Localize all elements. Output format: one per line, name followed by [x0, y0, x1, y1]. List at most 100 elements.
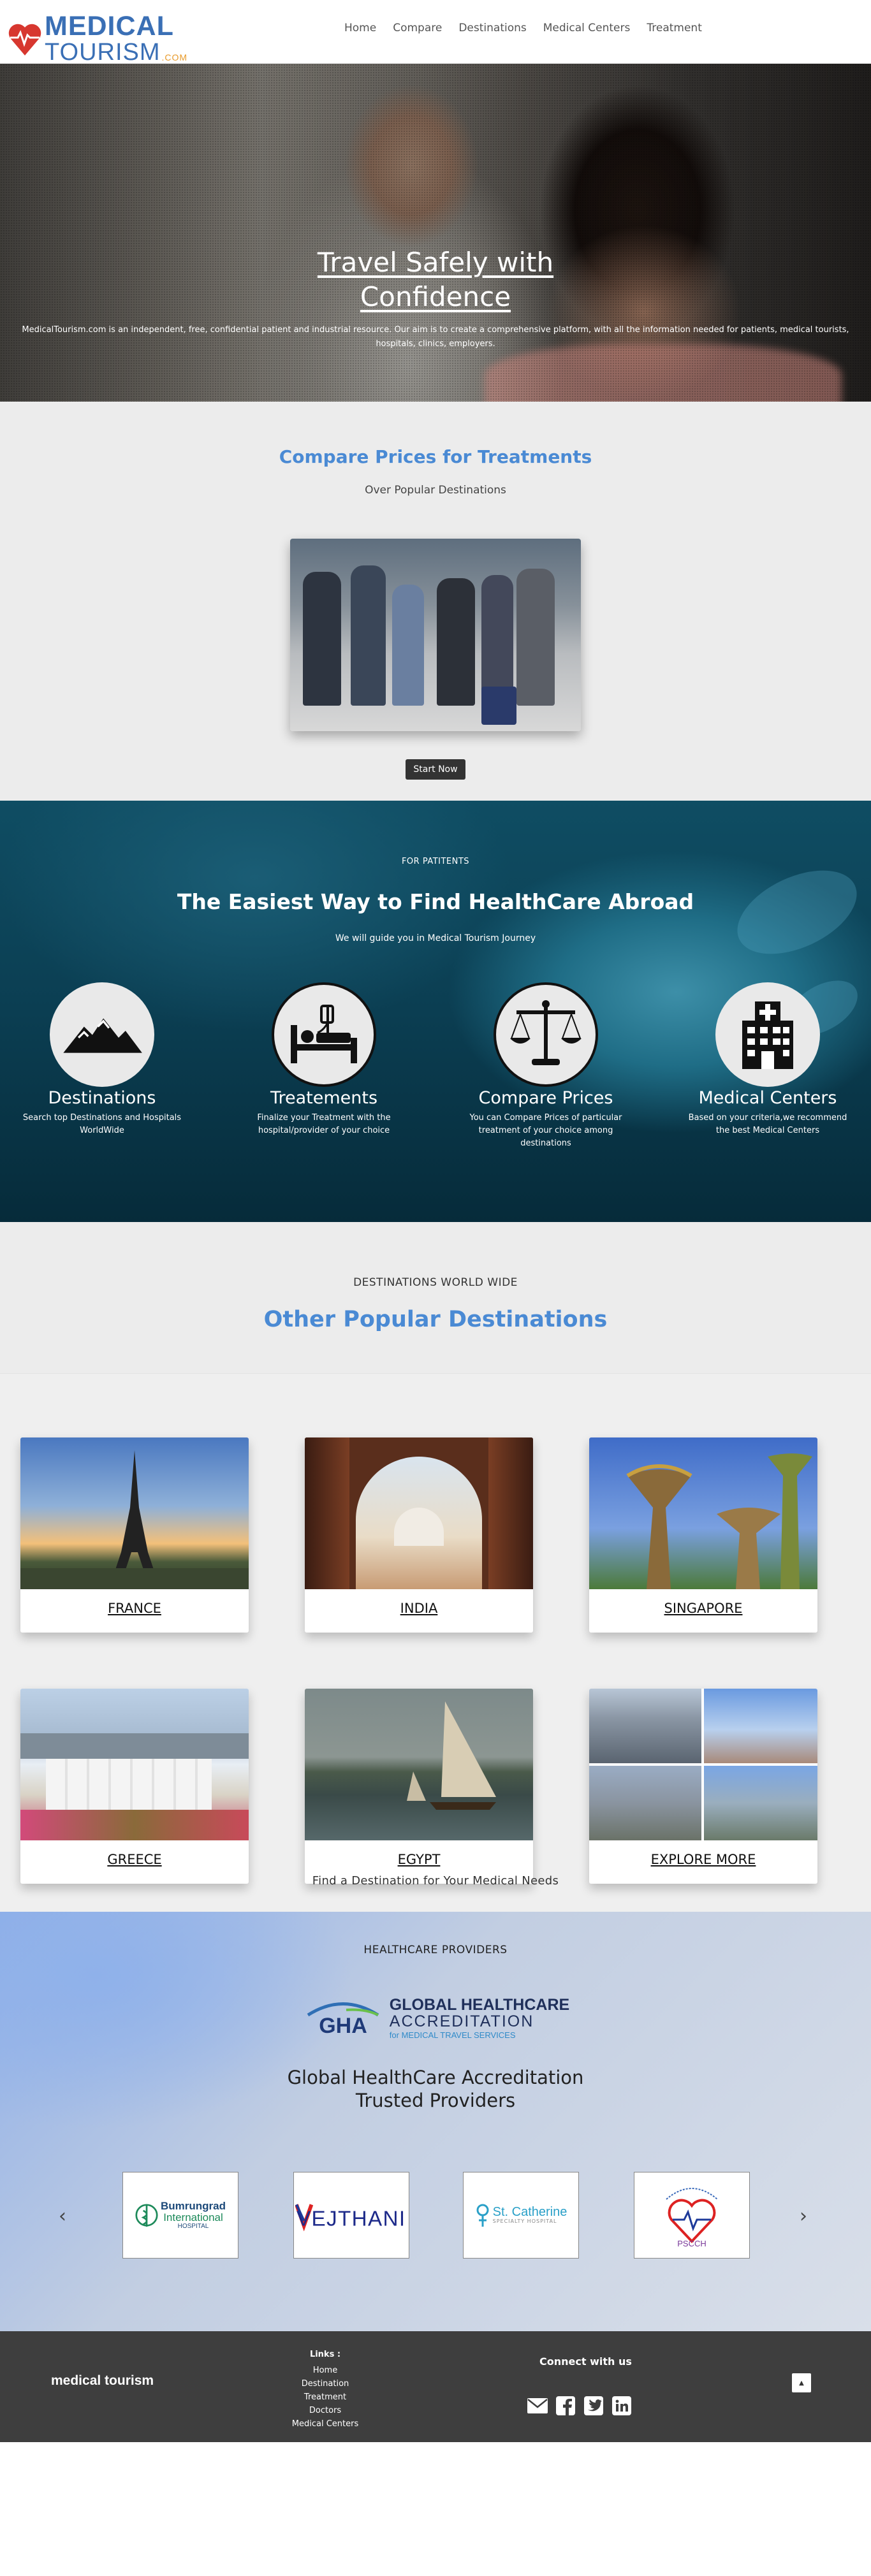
- footer-links-title: Links :: [309, 2350, 341, 2359]
- providers-section: HEALTHCARE PROVIDERS GHA GLOBAL HEALTHCA…: [0, 1912, 871, 2331]
- logo-line-2: TOURISM: [45, 39, 161, 66]
- destination-card-india[interactable]: INDIA: [305, 1437, 533, 1633]
- feature-medical-centers: Medical Centers Based on your criteria,w…: [672, 982, 863, 1137]
- footer-link-destination[interactable]: Destination: [281, 2377, 370, 2390]
- taj-mahal-photo: [305, 1437, 533, 1589]
- site-header: MEDICAL TOURISM .COM Home Compare Destina…: [0, 0, 871, 64]
- hospital-building-icon: [715, 982, 820, 1087]
- carousel-prev-icon[interactable]: ‹: [59, 2205, 66, 2227]
- providers-carousel: ‹ Bumrungrad International HOSPITAL VEJT…: [0, 2172, 871, 2261]
- mountains-icon: [50, 982, 154, 1087]
- feature-title: Medical Centers: [698, 1088, 837, 1108]
- patients-kicker: FOR PATITENTS: [401, 857, 470, 866]
- provider-logo-vejthani[interactable]: VEJTHANI: [293, 2172, 409, 2259]
- gha-abbr: GHA: [319, 2014, 367, 2038]
- footer-link-medical-centers[interactable]: Medical Centers: [281, 2417, 370, 2431]
- destinations-title: Other Popular Destinations: [263, 1307, 608, 1332]
- feature-text: Based on your criteria,we recommend the …: [688, 1113, 847, 1135]
- provider-sub: International: [163, 2211, 223, 2223]
- provider-sub: SPECIALTY HOSPITAL: [492, 2218, 557, 2225]
- destination-card-greece[interactable]: GREECE: [20, 1689, 249, 1884]
- feature-text: You can Compare Prices of particular tre…: [469, 1113, 622, 1148]
- card-label: SINGAPORE: [664, 1601, 743, 1616]
- gha-line-3: for MEDICAL TRAVEL SERVICES: [389, 2030, 516, 2041]
- feature-title: Compare Prices: [478, 1088, 613, 1108]
- connect-title: Connect with us: [539, 2355, 632, 2368]
- gha-line-2: ACCREDITATION: [389, 2012, 534, 2031]
- destination-card-france[interactable]: FRANCE: [20, 1437, 249, 1633]
- nav-home[interactable]: Home: [344, 22, 376, 34]
- gha-arc-icon: GHA: [307, 2002, 379, 2038]
- compare-section: Compare Prices for Treatments Over Popul…: [0, 402, 871, 801]
- feature-title: Treatements: [270, 1088, 378, 1108]
- provider-sub: HOSPITAL: [177, 2222, 209, 2230]
- card-label: GREECE: [107, 1852, 162, 1867]
- hero-description: MedicalTourism.com is an independent, fr…: [22, 325, 849, 349]
- hero-title: Travel Safely with Confidence: [317, 247, 554, 312]
- provider-logo-st-catherine[interactable]: St. Catherine SPECIALTY HOSPITAL: [463, 2172, 579, 2259]
- feature-compare-prices: Compare Prices You can Compare Prices of…: [450, 982, 641, 1150]
- compare-title: Compare Prices for Treatments: [279, 446, 592, 467]
- facebook-icon[interactable]: [555, 2395, 576, 2417]
- footer-link-home[interactable]: Home: [281, 2364, 370, 2377]
- destinations-header: DESTINATIONS WORLD WIDE Other Popular De…: [0, 1222, 871, 1374]
- nile-felucca-photo: [305, 1689, 533, 1840]
- nav-compare[interactable]: Compare: [393, 22, 442, 34]
- envelope-icon[interactable]: [527, 2395, 548, 2417]
- santorini-photo: [20, 1689, 249, 1840]
- feature-text: Search top Destinations and Hospitals Wo…: [22, 1113, 182, 1135]
- nav-destinations[interactable]: Destinations: [458, 22, 526, 34]
- card-label: FRANCE: [108, 1601, 161, 1616]
- back-to-top-button[interactable]: ▲: [792, 2373, 811, 2392]
- linkedin-icon[interactable]: [611, 2395, 633, 2417]
- hospital-bed-icon: [272, 982, 376, 1087]
- main-nav: Home Compare Destinations Medical Center…: [344, 22, 719, 34]
- card-label: EXPLORE MORE: [650, 1852, 756, 1867]
- travellers-photo: [290, 539, 581, 731]
- supertree-grove-photo: [589, 1437, 817, 1589]
- footer-link-doctors[interactable]: Doctors: [281, 2404, 370, 2417]
- gha-logo: GHA GLOBAL HEALTHCARE ACCREDITATION for …: [295, 1990, 576, 2047]
- provider-logo-pscch[interactable]: PSCCH: [634, 2172, 750, 2259]
- providers-title-line-1: Global HealthCare Accreditation: [287, 2067, 584, 2088]
- social-links: [527, 2395, 633, 2417]
- providers-kicker: HEALTHCARE PROVIDERS: [363, 1944, 508, 1956]
- city-collage-photo: [589, 1689, 817, 1840]
- gha-line-1: GLOBAL HEALTHCARE: [389, 1995, 570, 2014]
- footer-links: Links : Home Destination Treatment Docto…: [281, 2348, 370, 2431]
- pill-background-detail: [724, 853, 870, 971]
- footer-brand: medical tourism: [51, 2373, 154, 2388]
- start-now-button[interactable]: Start Now: [406, 759, 465, 780]
- destination-card-egypt[interactable]: EGYPT: [305, 1689, 533, 1884]
- patients-title: The Easiest Way to Find HealthCare Abroa…: [177, 889, 694, 914]
- logo-line-1: MEDICAL: [45, 11, 174, 41]
- card-label: EGYPT: [397, 1852, 441, 1867]
- nav-treatment[interactable]: Treatment: [647, 22, 702, 34]
- feature-treatments: Treatements Finalize your Treatment with…: [228, 982, 420, 1137]
- destination-card-explore-more[interactable]: EXPLORE MORE: [589, 1689, 817, 1884]
- provider-name: St. Catherine: [492, 2205, 567, 2220]
- destination-card-singapore[interactable]: SINGAPORE: [589, 1437, 817, 1633]
- heart-pulse-logo-icon: [8, 24, 41, 55]
- provider-name: PSCCH: [677, 2239, 706, 2248]
- site-logo[interactable]: MEDICAL TOURISM .COM: [8, 13, 187, 64]
- find-destination-text: Find a Destination for Your Medical Need…: [312, 1874, 559, 1888]
- twitter-icon[interactable]: [583, 2395, 604, 2417]
- destinations-kicker: DESTINATIONS WORLD WIDE: [353, 1276, 518, 1289]
- card-label: INDIA: [400, 1601, 438, 1616]
- feature-text: Finalize your Treatment with the hospita…: [257, 1113, 391, 1135]
- hero-section: Travel Safely with Confidence MedicalTou…: [0, 64, 871, 402]
- eiffel-tower-photo: [20, 1437, 249, 1589]
- site-footer: medical tourism Links : Home Destination…: [0, 2331, 871, 2442]
- provider-name: Bumrungrad: [161, 2199, 226, 2212]
- provider-logo-bumrungrad[interactable]: Bumrungrad International HOSPITAL: [122, 2172, 238, 2259]
- provider-name: VEJTHANI: [296, 2208, 405, 2231]
- scales-icon: [494, 982, 598, 1087]
- carousel-next-icon[interactable]: ›: [800, 2205, 807, 2227]
- destinations-grid: FRANCE INDIA SINGAPORE GREECE EGYPT EXPL…: [0, 1374, 871, 1912]
- providers-title-line-2: Trusted Providers: [355, 2090, 516, 2111]
- caret-up-icon: ▲: [799, 2379, 804, 2387]
- nav-medical-centers[interactable]: Medical Centers: [543, 22, 631, 34]
- compare-subtitle: Over Popular Destinations: [365, 484, 506, 497]
- footer-link-treatment[interactable]: Treatment: [281, 2390, 370, 2404]
